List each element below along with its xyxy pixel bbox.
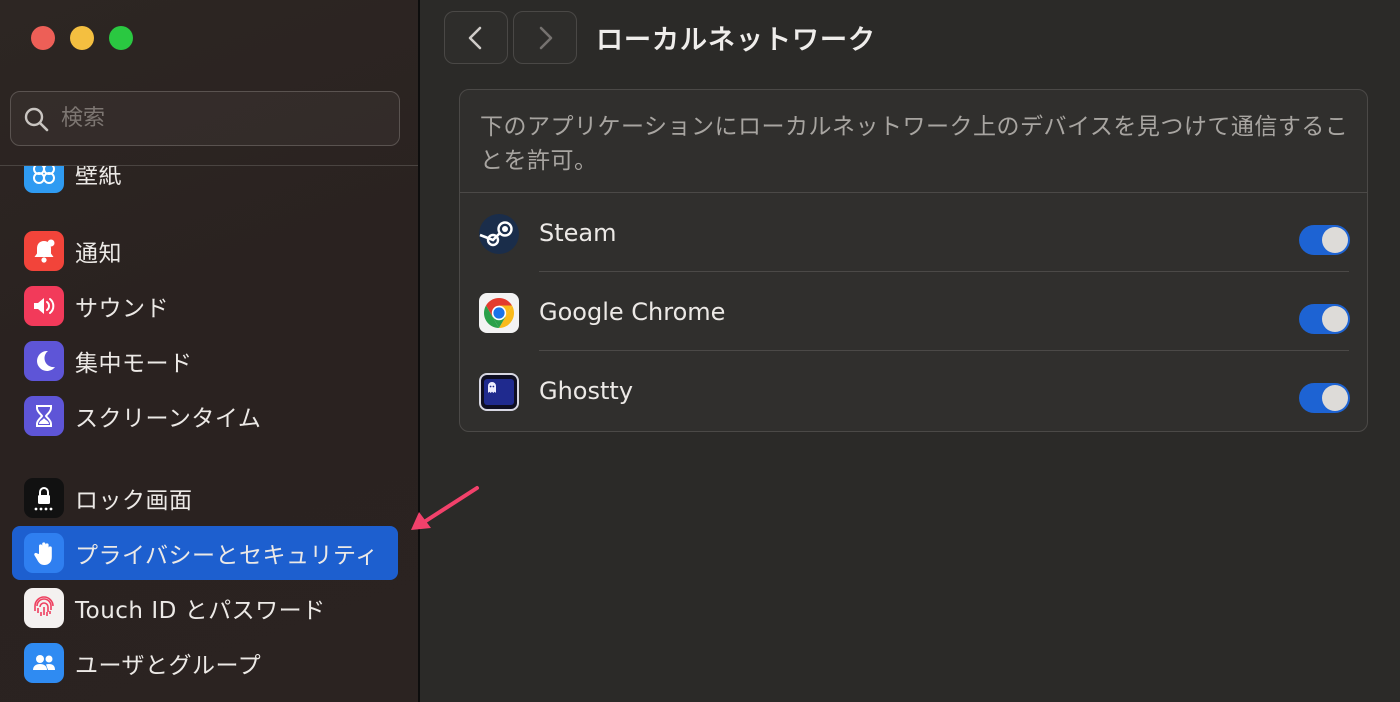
search-icon (24, 107, 49, 131)
sidebar-item-screen-time[interactable]: スクリーンタイム (12, 389, 398, 443)
description-text: 下のアプリケーションにローカルネットワーク上のデバイスを見つけて通信することを許… (480, 114, 1349, 174)
bell-icon (24, 231, 64, 271)
sidebar-item-label: サウンド (75, 296, 169, 322)
sidebar-item-lock-screen[interactable]: ロック画面 (12, 471, 398, 525)
search-input[interactable] (61, 106, 381, 131)
chrome-icon (478, 292, 520, 334)
sidebar-item-wallpaper[interactable]: 壁紙 (12, 166, 398, 200)
steam-toggle[interactable] (1299, 225, 1350, 255)
chrome-toggle[interactable] (1299, 304, 1350, 334)
moon-icon (24, 341, 64, 381)
sidebar-item-users-groups[interactable]: ユーザとグループ (12, 636, 398, 690)
fingerprint-icon (24, 588, 64, 628)
toggle-knob (1322, 306, 1348, 332)
window-controls (31, 26, 133, 50)
sidebar-item-label: ユーザとグループ (75, 653, 262, 679)
page-title: ローカルネットワーク (596, 25, 876, 56)
steam-icon (478, 213, 520, 255)
hourglass-icon (24, 396, 64, 436)
sidebar-scroll-top: 壁紙 (0, 166, 418, 206)
toggle-knob (1322, 227, 1348, 253)
sidebar-item-label: スクリーンタイム (75, 406, 262, 432)
sidebar-item-label: 集中モード (75, 351, 193, 377)
sidebar-item-label: プライバシーとセキュリティ (75, 543, 379, 569)
sidebar-item-touch-id[interactable]: Touch ID とパスワード (12, 581, 398, 635)
sidebar-item-sound[interactable]: サウンド (12, 279, 398, 333)
app-name: Ghostty (539, 377, 634, 405)
sidebar-divider (418, 0, 420, 702)
wallpaper-icon (24, 166, 64, 193)
annotation-arrow-icon (411, 486, 479, 530)
sidebar-item-notifications[interactable]: 通知 (12, 224, 398, 278)
lock-icon (24, 478, 64, 518)
toggle-knob (1322, 385, 1348, 411)
app-row-steam: Steam (460, 193, 1367, 272)
sidebar: 壁紙 通知 サウンド 集中モード (0, 0, 418, 702)
app-name: Steam (539, 219, 617, 247)
app-row-ghostty: Ghostty (460, 351, 1367, 430)
speaker-icon (24, 286, 64, 326)
ghostty-icon (478, 371, 520, 413)
forward-button[interactable] (513, 11, 577, 64)
sidebar-item-privacy-security[interactable]: プライバシーとセキュリティ (12, 526, 398, 580)
app-row-chrome: Google Chrome (460, 272, 1367, 351)
users-icon (24, 643, 64, 683)
back-button[interactable] (444, 11, 508, 64)
hand-icon (24, 533, 64, 573)
search-field[interactable] (10, 91, 400, 146)
chevron-right-icon (539, 26, 553, 49)
sidebar-item-focus[interactable]: 集中モード (12, 334, 398, 388)
close-window-button[interactable] (31, 26, 55, 50)
maximize-window-button[interactable] (109, 26, 133, 50)
app-name: Google Chrome (539, 298, 726, 326)
sidebar-item-label: 通知 (75, 241, 122, 267)
ghostty-toggle[interactable] (1299, 383, 1350, 413)
sidebar-item-label: ロック画面 (75, 488, 193, 514)
sidebar-item-label: 壁紙 (75, 166, 122, 189)
sidebar-item-label: Touch ID とパスワード (75, 598, 326, 624)
local-network-card: 下のアプリケーションにローカルネットワーク上のデバイスを見つけて通信することを許… (459, 89, 1368, 432)
chevron-left-icon (468, 26, 482, 49)
minimize-window-button[interactable] (70, 26, 94, 50)
